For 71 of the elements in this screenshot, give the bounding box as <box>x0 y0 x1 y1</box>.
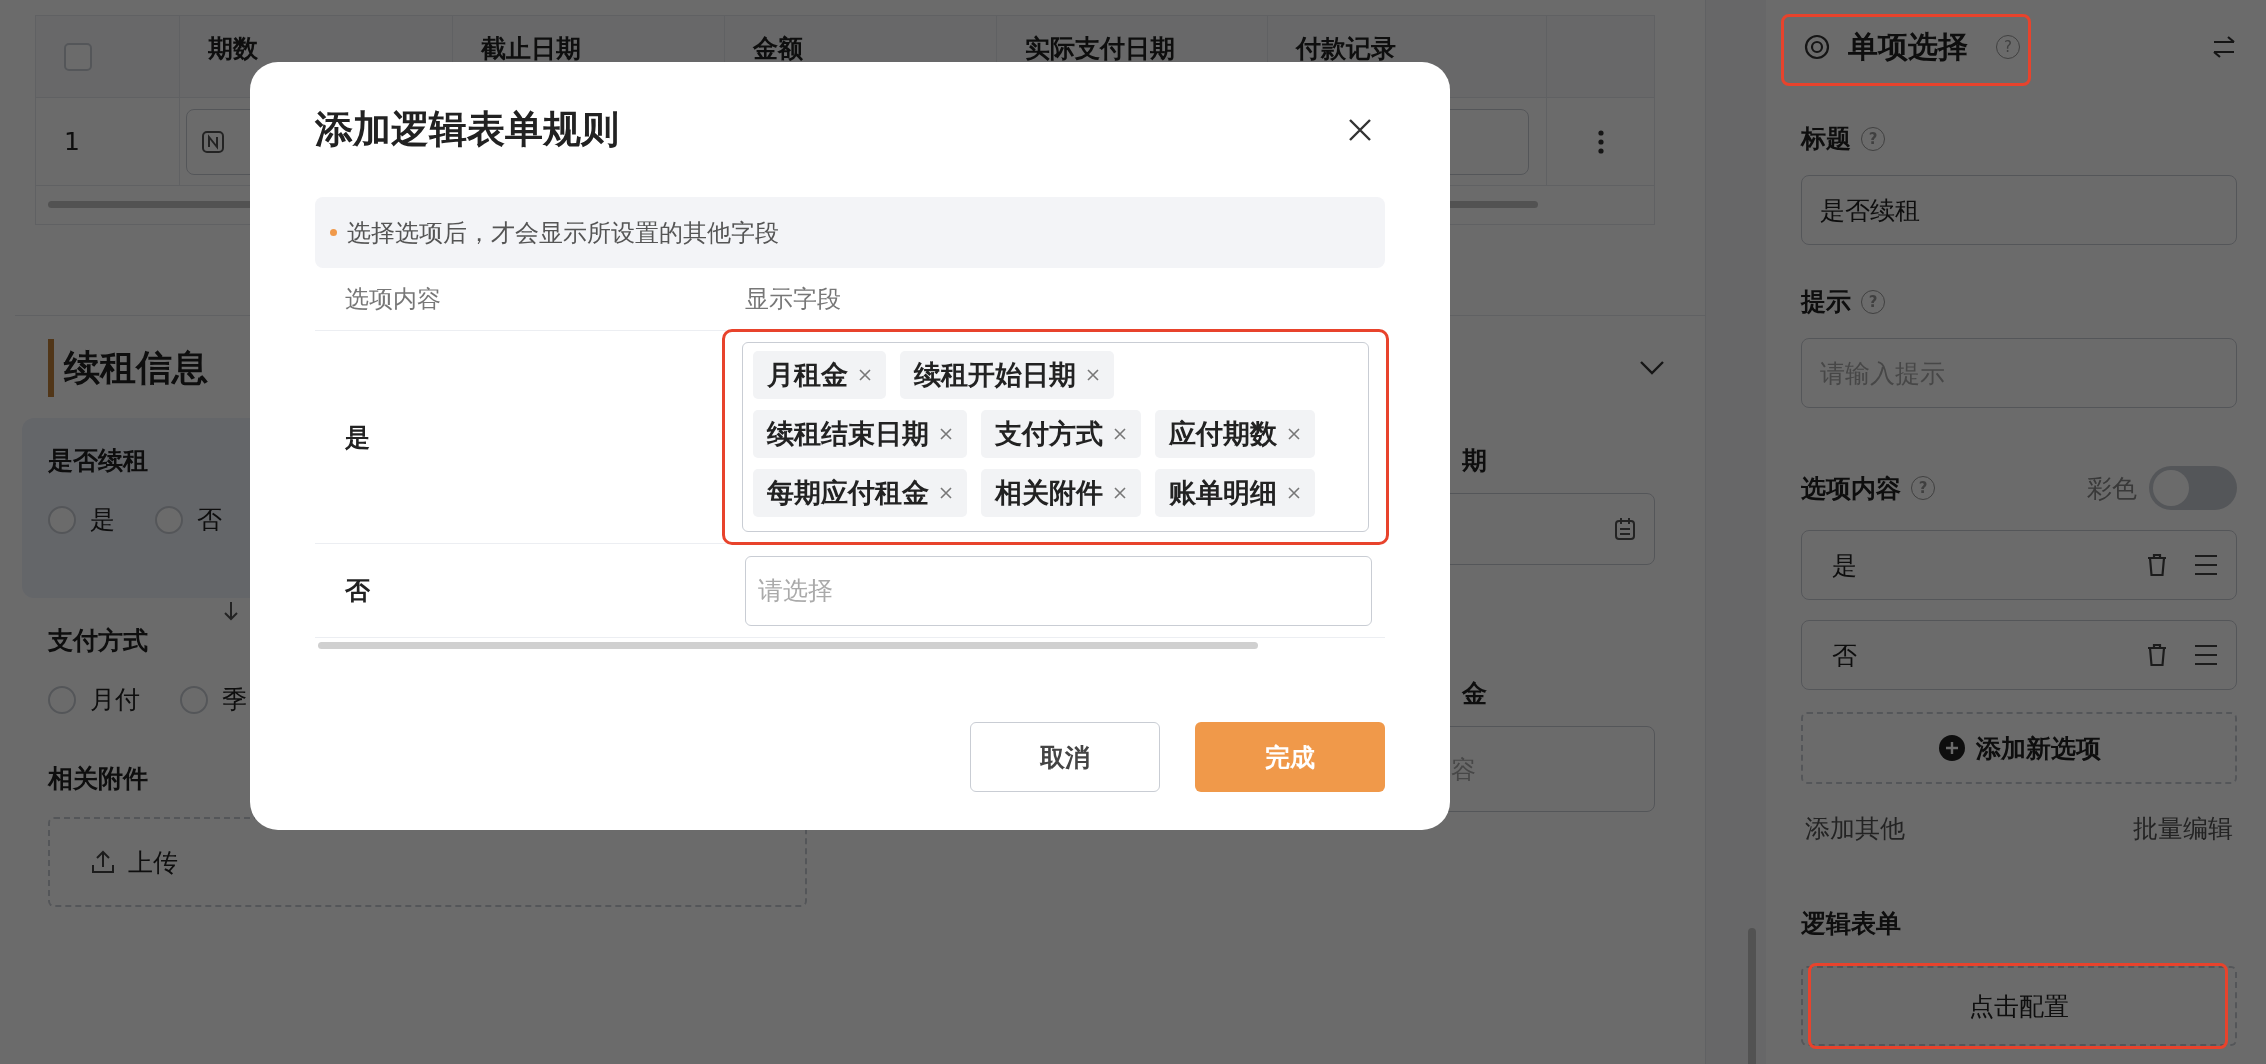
title-field[interactable]: 是否续租 <box>1801 175 2237 245</box>
field-tag: 支付方式 <box>981 410 1141 458</box>
calendar-icon <box>1614 517 1636 541</box>
field-label: 金 <box>1462 678 1487 710</box>
cancel-button[interactable]: 取消 <box>970 722 1160 792</box>
column-header: 金额 <box>753 33 803 65</box>
field-select[interactable]: 请选择 <box>745 555 1372 626</box>
trash-icon[interactable] <box>2146 553 2168 577</box>
radio-label: 月付 <box>90 684 140 716</box>
close-icon[interactable] <box>1347 116 1373 143</box>
drag-handle-icon[interactable] <box>2194 644 2218 666</box>
radio-label: 季 <box>222 684 247 716</box>
remove-icon[interactable] <box>858 368 872 382</box>
field-label: 支付方式 <box>48 625 148 657</box>
panel-title: 单项选择 <box>1848 27 1968 66</box>
remove-icon[interactable] <box>939 486 953 500</box>
remove-icon[interactable] <box>1113 427 1127 441</box>
field-tag: 续租结束日期 <box>753 410 967 458</box>
plus-icon <box>1937 734 1966 762</box>
field-tag: 账单明细 <box>1155 469 1315 517</box>
remove-icon[interactable] <box>1287 486 1301 500</box>
option-name: 否 <box>344 575 371 607</box>
bullet-icon <box>330 229 337 236</box>
column-header: 截止日期 <box>481 33 581 65</box>
done-button[interactable]: 完成 <box>1195 722 1385 792</box>
more-icon[interactable] <box>1596 128 1605 155</box>
option-field[interactable]: 是 <box>1801 530 2237 600</box>
field-tag: 续租开始日期 <box>900 351 1114 399</box>
remove-icon[interactable] <box>1086 368 1100 382</box>
field-label: 选项内容 <box>1801 472 1901 505</box>
remove-icon[interactable] <box>1113 486 1127 500</box>
column-header: 选项内容 <box>344 284 442 315</box>
field-tag: 每期应付租金 <box>753 469 967 517</box>
field-tag: 应付期数 <box>1155 410 1315 458</box>
field-select[interactable]: 月租金 续租开始日期 续租结束日期 支付方式 应付期数 每期应付租金 相关附件 账单明细 <box>742 342 1369 532</box>
field-tag: 相关附件 <box>981 469 1141 517</box>
row-number: 1 <box>64 127 80 156</box>
field-label: 逻辑表单 <box>1801 908 1901 940</box>
option-field[interactable]: 否 <box>1801 620 2237 690</box>
field-label: 期 <box>1462 445 1487 477</box>
column-header: 实际支付日期 <box>1025 33 1175 65</box>
section-title: 续租信息 <box>64 345 208 390</box>
drag-handle-icon[interactable] <box>2194 554 2218 576</box>
section-marker <box>48 339 54 397</box>
radio-label: 是 <box>90 504 115 536</box>
remove-icon[interactable] <box>939 427 953 441</box>
radio-label: 否 <box>197 504 222 536</box>
field-label: 标题 <box>1801 123 1851 155</box>
configure-button[interactable]: 点击配置 <box>1801 966 2237 1046</box>
add-option-button[interactable]: 添加新选项 <box>1801 712 2237 784</box>
remove-icon[interactable] <box>1287 427 1301 441</box>
upload-icon <box>90 849 116 875</box>
field-label: 是否续租 <box>48 445 148 477</box>
notice-text: 选择选项后，才会显示所设置的其他字段 <box>347 217 779 249</box>
trash-icon[interactable] <box>2146 643 2168 667</box>
arrow-down-icon[interactable] <box>222 600 240 622</box>
column-header: 期数 <box>208 33 258 65</box>
scrollbar[interactable] <box>318 641 1258 649</box>
column-header: 显示字段 <box>745 284 841 315</box>
chevron-icon[interactable] <box>1639 360 1665 376</box>
add-other-link[interactable]: 添加其他 <box>1805 812 1905 845</box>
field-label: 提示 <box>1801 286 1851 318</box>
option-name: 是 <box>344 421 371 454</box>
column-header: 付款记录 <box>1296 33 1396 65</box>
field-label: 相关附件 <box>48 763 148 795</box>
number-icon <box>201 129 225 154</box>
radio-icon <box>1804 34 1830 60</box>
swap-icon[interactable] <box>2211 35 2237 59</box>
dialog-title: 添加逻辑表单规则 <box>315 106 619 153</box>
field-tag: 月租金 <box>753 351 886 399</box>
bulk-edit-link[interactable]: 批量编辑 <box>2133 812 2233 845</box>
